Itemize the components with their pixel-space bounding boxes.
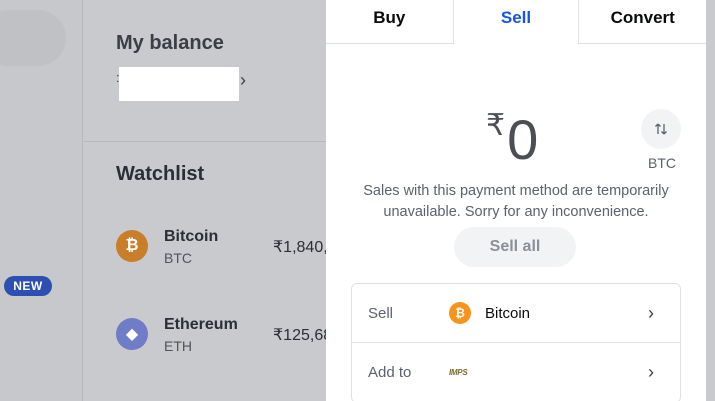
balance-value-redacted (119, 67, 239, 101)
balance-title: My balance (116, 32, 224, 54)
watchlist-item-name[interactable]: Bitcoin (164, 228, 218, 246)
left-nav: NEW (0, 0, 83, 401)
balance-chevron-icon[interactable]: › (240, 70, 246, 91)
tab-buy[interactable]: Buy (326, 0, 453, 44)
amount-display[interactable]: ₹ 0 (486, 108, 538, 172)
chevron-right-icon: › (648, 362, 654, 382)
sell-asset-row[interactable]: Sell ₿ Bitcoin › (352, 284, 680, 343)
divider (84, 141, 344, 142)
bank-logo-icon: IMPS (449, 368, 468, 377)
trade-tabs: Buy Sell Convert (326, 0, 707, 44)
tab-sell[interactable]: Sell (452, 0, 580, 44)
row-label: Add to (368, 364, 412, 381)
trade-modal: Buy Sell Convert ₹ 0 BTC Sales with this… (326, 0, 707, 401)
tab-convert[interactable]: Convert (579, 0, 707, 44)
add-to-row[interactable]: Add to IMPS › (352, 343, 680, 401)
swap-arrows-icon (655, 123, 667, 135)
nav-item-highlight[interactable] (0, 10, 66, 66)
watchlist-item-price: ₹1,840, (273, 239, 328, 256)
chevron-right-icon: › (648, 302, 654, 323)
watchlist-item-symbol: ETH (164, 338, 192, 354)
currency-symbol: ₹ (486, 109, 506, 142)
row-label: Sell (368, 304, 394, 322)
swap-vertical-icon[interactable] (641, 109, 681, 149)
new-badge: NEW (4, 276, 52, 296)
watchlist-item-name[interactable]: Ethereum (164, 316, 238, 334)
trade-details: Sell ₿ Bitcoin › Add to IMPS › (351, 283, 681, 401)
row-value: Bitcoin (485, 304, 531, 322)
bitcoin-icon: ₿ (449, 302, 471, 324)
sell-all-button[interactable]: Sell all (454, 227, 576, 267)
ethereum-icon: ◆ (116, 318, 148, 350)
amount-value[interactable]: 0 (507, 108, 538, 172)
bitcoin-icon: ₿ (116, 230, 148, 262)
watchlist-item-price: ₹125,68 (273, 327, 333, 344)
watchlist-title: Watchlist (116, 163, 205, 185)
swap-currency-label: BTC (648, 155, 676, 171)
watchlist-item-symbol: BTC (164, 250, 192, 266)
unavailable-notice: Sales with this payment method are tempo… (363, 183, 669, 220)
